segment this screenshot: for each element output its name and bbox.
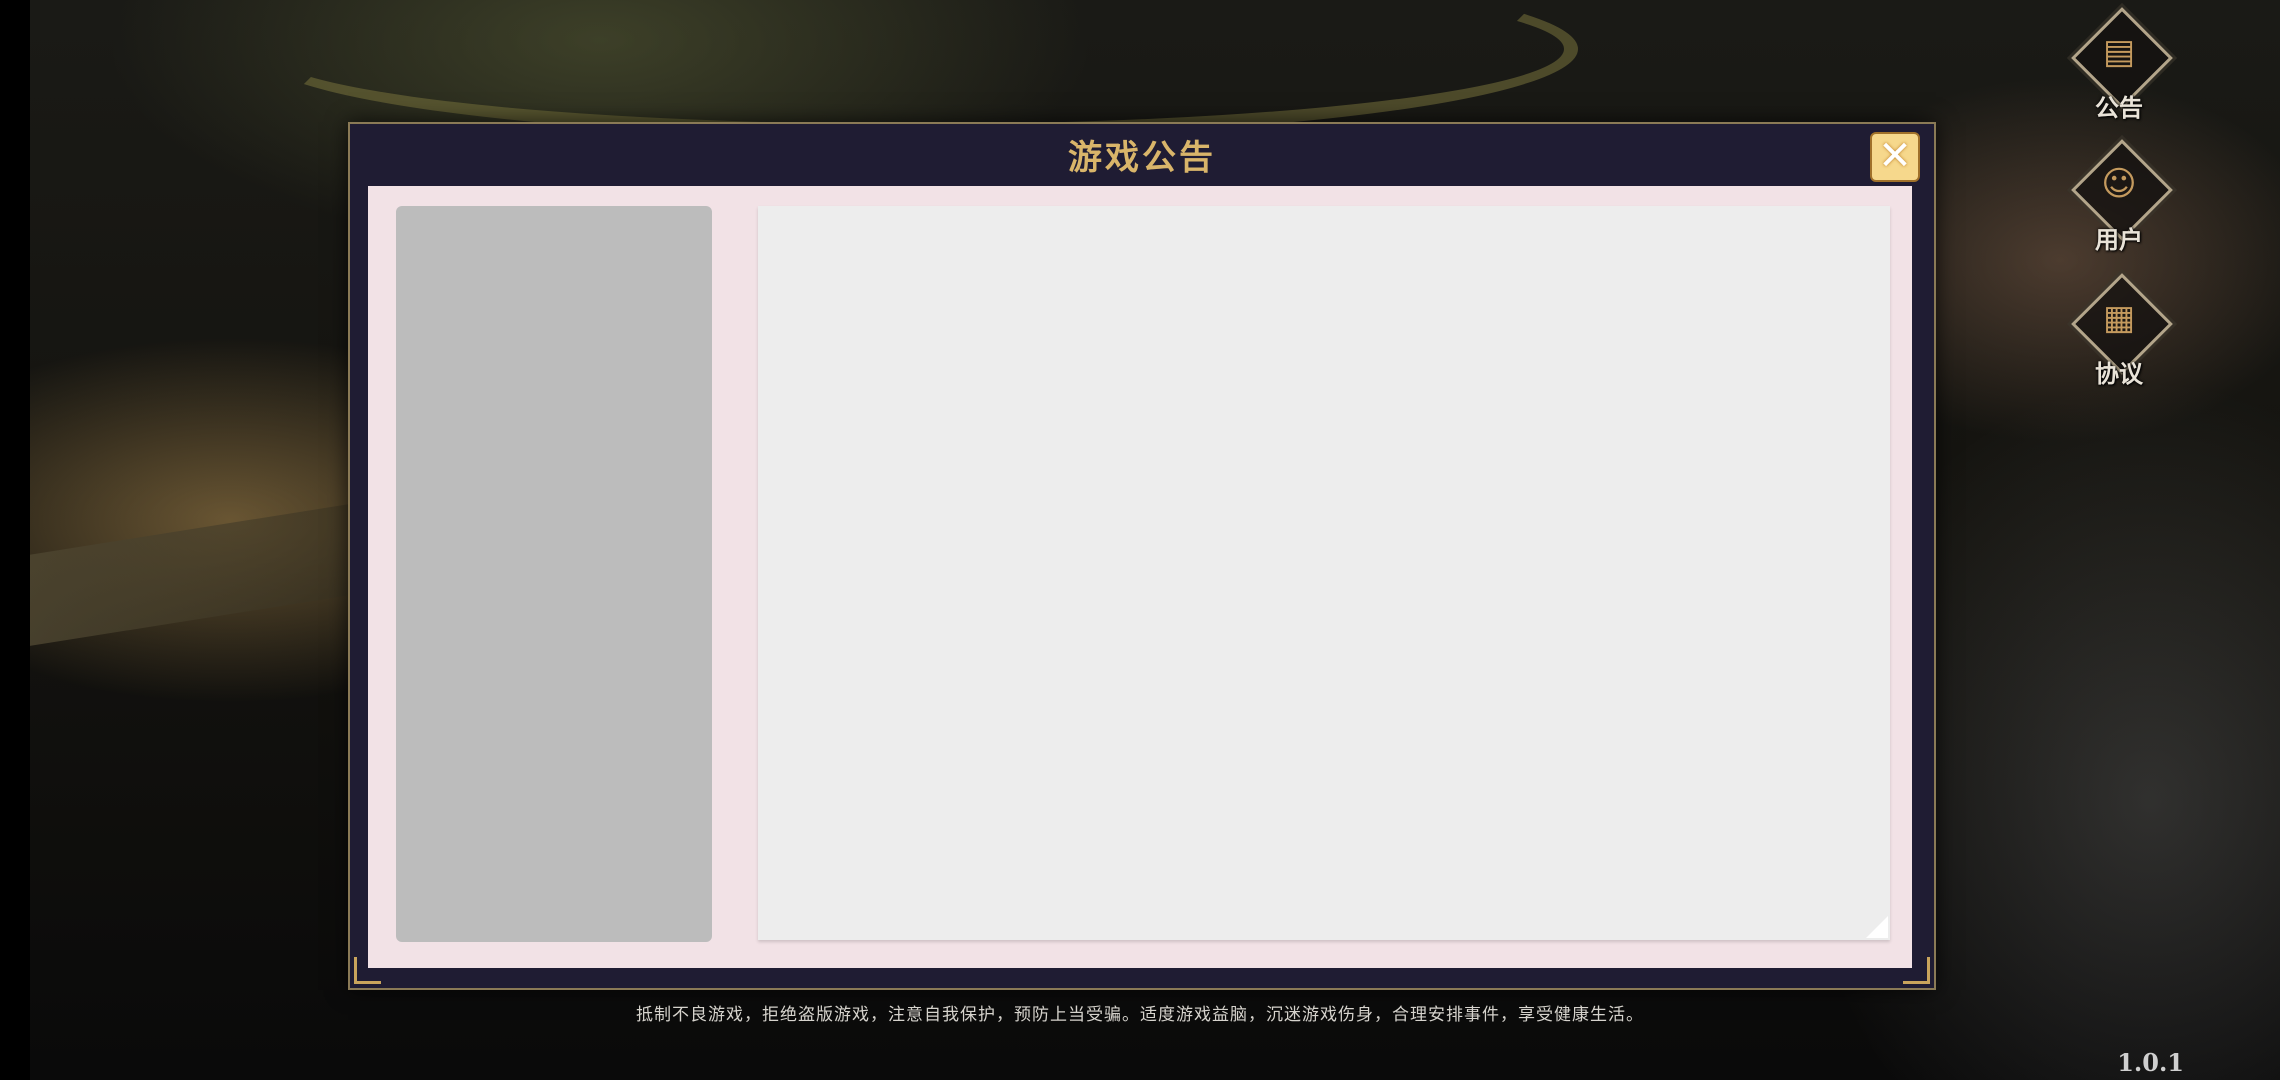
announcement-dialog: 游戏公告 ✕: [348, 122, 1936, 990]
notice-board-icon: ▤: [2102, 32, 2136, 72]
page-curl-icon: [1866, 916, 1888, 938]
dialog-panel: [368, 186, 1912, 968]
side-button-label: 协议: [2095, 359, 2143, 388]
side-button-label: 公告: [2095, 93, 2143, 122]
announcement-content-pane[interactable]: [758, 206, 1890, 940]
version-label: 1.0.1: [2117, 1048, 2184, 1077]
side-button-agreement[interactable]: ▦ 协议: [2064, 273, 2174, 402]
frame-corner-ornament: [1903, 957, 1930, 984]
health-gaming-notice: 抵制不良游戏，拒绝盗版游戏，注意自我保护，预防上当受骗。适度游戏益脑，沉迷游戏伤…: [636, 1005, 1644, 1025]
document-icon: ▦: [2102, 298, 2136, 338]
left-edge-bar: [0, 0, 30, 1080]
announcement-list-pane[interactable]: [396, 206, 712, 942]
dialog-title: 游戏公告: [1068, 138, 1216, 178]
close-button[interactable]: ✕: [1870, 132, 1920, 182]
frame-corner-ornament: [354, 957, 381, 984]
user-portrait-icon: ☺: [2101, 164, 2137, 204]
side-button-user[interactable]: ☺ 用户: [2064, 139, 2174, 268]
side-button-notice[interactable]: ▤ 公告: [2064, 7, 2174, 136]
side-button-label: 用户: [2095, 225, 2143, 254]
